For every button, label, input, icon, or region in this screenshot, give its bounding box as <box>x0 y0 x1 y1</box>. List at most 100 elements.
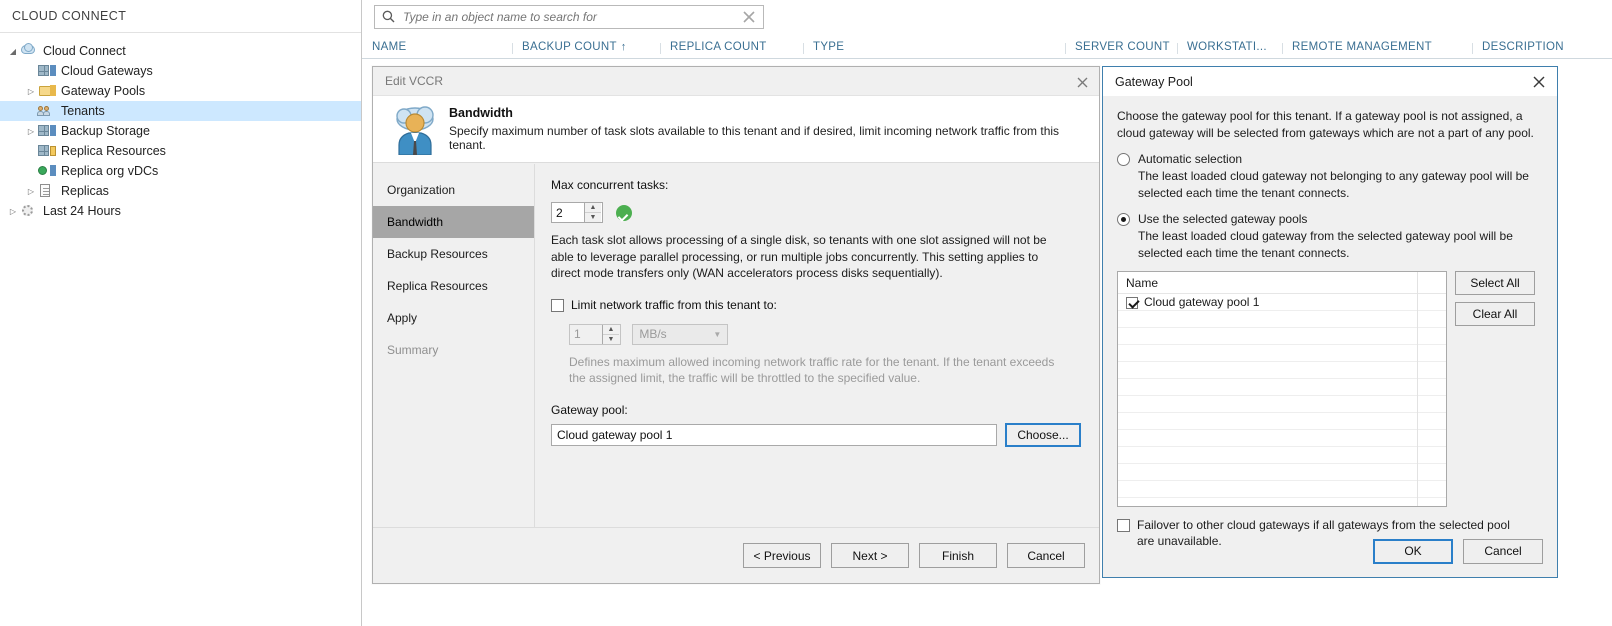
finish-button[interactable]: Finish <box>919 543 997 568</box>
expander-icon[interactable]: ▷ <box>6 207 20 216</box>
tree-item-backup-storage[interactable]: ▷ Backup Storage <box>0 121 361 141</box>
stepper-buttons[interactable]: ▲ ▼ <box>584 203 601 222</box>
list-empty-row <box>1118 379 1446 396</box>
backup-storage-icon <box>38 123 56 139</box>
wizard-step-backup-resources[interactable]: Backup Resources <box>373 238 534 270</box>
stepper-down-icon[interactable]: ▼ <box>585 212 601 222</box>
radio-button[interactable] <box>1117 153 1130 166</box>
column-header-workstati-[interactable]: WORKSTATI... <box>1177 41 1282 58</box>
limit-description: Defines maximum allowed incoming network… <box>569 354 1055 386</box>
limit-value-input[interactable] <box>570 324 602 344</box>
gateway-pool-label: Gateway pool: <box>551 402 628 417</box>
list-empty-row <box>1118 447 1446 464</box>
column-header-type[interactable]: TYPE <box>803 41 1065 58</box>
cancel-button[interactable]: Cancel <box>1007 543 1085 568</box>
search-input[interactable] <box>401 8 735 25</box>
close-icon[interactable] <box>1071 72 1093 92</box>
wizard-body: Organization Bandwidth Backup Resources Rep… <box>373 164 1099 527</box>
list-empty-row <box>1118 481 1446 498</box>
expander-icon[interactable]: ▷ <box>24 87 38 96</box>
limit-stepper-down-icon[interactable]: ▼ <box>603 333 619 344</box>
wizard-step-bandwidth[interactable]: Bandwidth <box>373 206 534 238</box>
search-icon <box>375 10 401 23</box>
previous-button[interactable]: < Previous <box>743 543 821 568</box>
column-header-label: WORKSTATI... <box>1187 41 1267 53</box>
tree-item-tenants[interactable]: Tenants <box>0 101 361 121</box>
left-panel: CLOUD CONNECT ◢ Cloud Connect Cloud Gatewa… <box>0 0 362 626</box>
list-empty-row <box>1118 345 1446 362</box>
gateway-pool-field[interactable]: Cloud gateway pool 1 <box>551 423 997 446</box>
clear-icon[interactable] <box>735 10 763 24</box>
next-button[interactable]: Next > <box>831 543 909 568</box>
column-header-label: REMOTE MANAGEMENT <box>1292 41 1432 53</box>
radio-use-the-selected-gateway-pools[interactable]: Use the selected gateway pools <box>1117 212 1543 226</box>
max-tasks-input[interactable] <box>552 203 584 222</box>
close-icon[interactable] <box>1529 73 1549 91</box>
list-empty-row <box>1118 362 1446 379</box>
tree-item-cloud-connect[interactable]: ◢ Cloud Connect <box>0 41 361 61</box>
radio-button[interactable] <box>1117 213 1130 226</box>
limit-stepper-up-icon[interactable]: ▲ <box>603 325 619 334</box>
list-empty-row <box>1118 311 1446 328</box>
wizard-step-list[interactable]: Organization Bandwidth Backup Resources Rep… <box>373 164 535 527</box>
gateway-pool-options[interactable]: Automatic selection The least loaded clou… <box>1117 152 1543 261</box>
choose-button[interactable]: Choose... <box>1005 422 1081 447</box>
column-header-remote-management[interactable]: REMOTE MANAGEMENT <box>1282 41 1472 58</box>
gateway-pool-listbox[interactable]: Name Cloud gateway pool 1 <box>1117 271 1447 507</box>
gateway-pool-intro: Choose the gateway pool for this tenant.… <box>1117 109 1534 140</box>
tree-item-replica-org-vdcs[interactable]: Replica org vDCs <box>0 161 361 181</box>
limit-stepper-buttons[interactable]: ▲ ▼ <box>602 324 619 344</box>
stepper-up-icon[interactable]: ▲ <box>585 203 601 212</box>
grid-column-headers[interactable]: NAME BACKUP COUNT ↑ REPLICA COUNT TYPE SERVER… <box>362 33 1612 59</box>
tree-item-label: Last 24 Hours <box>43 204 121 218</box>
tree-item-last-24-hours[interactable]: ▷ Last 24 Hours <box>0 201 361 221</box>
column-header-label: NAME <box>372 41 407 53</box>
cloud-icon <box>20 43 38 59</box>
expander-icon[interactable]: ▷ <box>24 187 38 196</box>
navigation-tree[interactable]: ◢ Cloud Connect Cloud Gateways ▷ Gateway Poo… <box>0 33 361 221</box>
gateway-option-0: Automatic selection The least loaded clou… <box>1117 152 1543 201</box>
column-header-name[interactable]: NAME <box>362 41 512 58</box>
tree-item-label: Tenants <box>61 104 105 118</box>
expander-icon[interactable]: ◢ <box>6 47 20 56</box>
list-item[interactable]: Cloud gateway pool 1 <box>1118 294 1446 311</box>
tree-item-gateway-pools[interactable]: ▷ Gateway Pools <box>0 81 361 101</box>
clear-all-button[interactable]: Clear All <box>1455 302 1535 326</box>
max-concurrent-tasks-stepper[interactable]: ▲ ▼ <box>551 202 603 223</box>
column-header-description[interactable]: DESCRIPTION <box>1472 41 1612 58</box>
limit-value-stepper[interactable]: ▲ ▼ <box>569 323 621 345</box>
column-header-backup-count[interactable]: BACKUP COUNT ↑ <box>512 41 660 58</box>
limit-unit-select[interactable]: MB/s ▼ <box>632 323 729 345</box>
tenant-avatar-icon <box>387 103 443 156</box>
wizard-step-replica-resources[interactable]: Replica Resources <box>373 270 534 302</box>
checkbox-box[interactable] <box>551 298 564 312</box>
column-header-server-count[interactable]: SERVER COUNT <box>1065 41 1177 58</box>
search-box[interactable] <box>374 4 764 29</box>
column-header-replica-count[interactable]: REPLICA COUNT <box>660 41 803 58</box>
radio-label: Use the selected gateway pools <box>1138 212 1308 226</box>
radio-description: The least loaded cloud gateway not belon… <box>1138 169 1529 200</box>
wizard-step-organization[interactable]: Organization <box>373 174 534 206</box>
expander-icon[interactable]: ▷ <box>24 127 38 136</box>
listbox-rows[interactable]: Cloud gateway pool 1 <box>1118 294 1446 506</box>
wizard-step-summary[interactable]: Summary <box>373 334 534 366</box>
limit-network-traffic-checkbox[interactable]: Limit network traffic from this tenant t… <box>551 298 777 312</box>
tree-item-label: Cloud Gateways <box>61 64 153 78</box>
list-item-label: Cloud gateway pool 1 <box>1144 295 1260 309</box>
ok-button[interactable]: OK <box>1373 538 1453 564</box>
tree-item-cloud-gateways[interactable]: Cloud Gateways <box>0 61 361 81</box>
select-all-button[interactable]: Select All <box>1455 271 1535 295</box>
cloud-gateways-icon <box>38 63 56 79</box>
replica-orgvdcs-icon <box>38 163 56 179</box>
checkbox-box[interactable] <box>1126 296 1138 309</box>
gateway-pool-body: Choose the gateway pool for this tenant.… <box>1103 96 1557 549</box>
column-header-label: DESCRIPTION <box>1482 41 1564 53</box>
tree-item-replica-resources[interactable]: Replica Resources <box>0 141 361 161</box>
radio-automatic-selection[interactable]: Automatic selection <box>1117 152 1543 166</box>
gateway-pool-row: Cloud gateway pool 1 Choose... <box>551 422 1081 447</box>
gateway-cancel-button[interactable]: Cancel <box>1463 538 1543 564</box>
wizard-step-apply[interactable]: Apply <box>373 302 534 334</box>
tree-item-replicas[interactable]: ▷ Replicas <box>0 181 361 201</box>
wizard-header: Bandwidth Specify maximum number of task… <box>373 95 1099 163</box>
list-empty-row <box>1118 498 1446 506</box>
